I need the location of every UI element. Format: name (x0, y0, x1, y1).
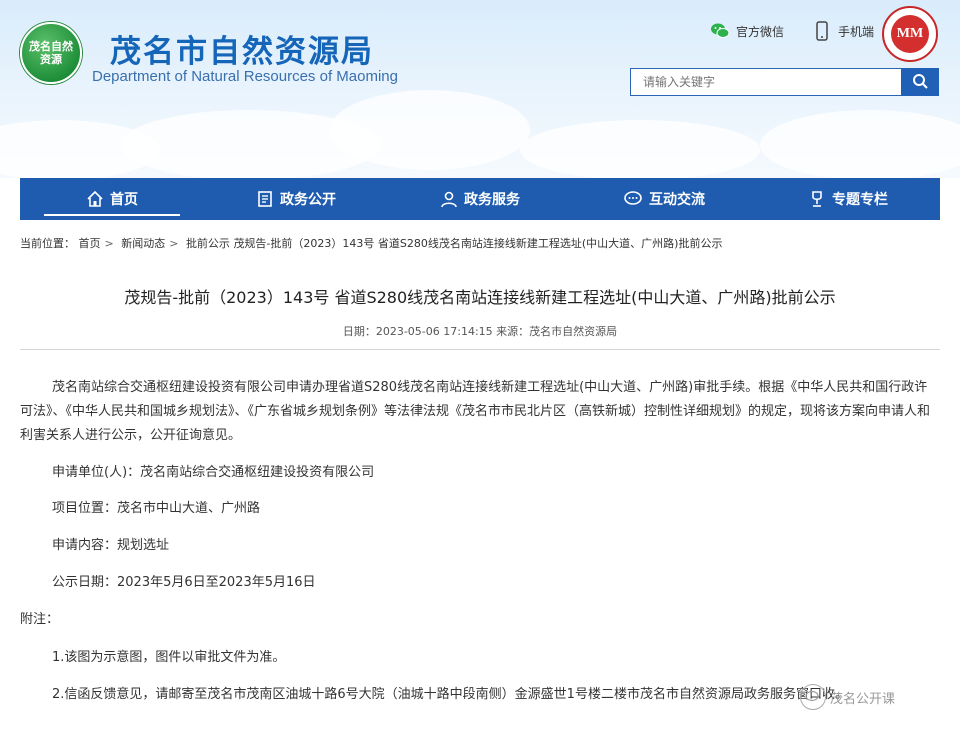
watermark: 茂名公开课 (800, 684, 895, 710)
chat-icon (623, 190, 643, 208)
watermark-text: 茂名公开课 (830, 691, 896, 707)
site-title: 茂名市自然资源局 (110, 34, 374, 70)
wechat-label: 官方微信 (736, 24, 785, 39)
notes-label: 附注： (20, 612, 60, 627)
nav-item-label: 专题专栏 (832, 192, 888, 208)
nav-item-interaction[interactable]: 互动交流 (572, 178, 756, 220)
breadcrumb: 当前位置： 首页 > 新闻动态 > 批前公示 茂规告-批前（2023）143号 省道… (20, 237, 723, 250)
mobile-icon (812, 21, 832, 41)
wechat-icon (710, 21, 730, 41)
trophy-icon (808, 190, 826, 208)
breadcrumb-home[interactable]: 首页 (79, 237, 101, 250)
article-date: 公示日期：2023年5月6日至2023年5月16日 (52, 575, 316, 590)
nav-item-label: 首页 (110, 192, 138, 208)
emblem-badge[interactable]: MM (882, 6, 938, 62)
search-icon (912, 73, 928, 92)
article-intro: 茂名南站综合交通枢纽建设投资有限公司申请办理省道S280线茂名南站连接线新建工程… (20, 380, 931, 443)
nav-item-label: 政务公开 (280, 192, 336, 208)
service-icon (440, 190, 458, 208)
note-1: 1.该图为示意图，图件以审批文件为准。 (52, 650, 286, 665)
site-logo[interactable]: 茂名自然资源 (20, 22, 82, 84)
site-header: 茂名自然资源 茂名市自然资源局 Department of Natural Re… (0, 0, 960, 178)
logo-text: 茂名自然资源 (29, 40, 73, 66)
breadcrumb-notice[interactable]: 批前公示 (186, 237, 230, 250)
divider (20, 349, 940, 350)
article-meta: 日期：2023-05-06 17:14:15 来源：茂名市自然资源局 (342, 325, 618, 338)
search-button[interactable] (901, 68, 939, 96)
document-icon (256, 190, 274, 208)
main-nav: 首页 政务公开 政务服务 互动交流 专题专栏 (20, 178, 940, 220)
nav-item-home[interactable]: 首页 (20, 178, 204, 220)
breadcrumb-prefix: 当前位置： (20, 237, 75, 250)
site-subtitle: Department of Natural Resources of Maomi… (92, 68, 398, 85)
nav-item-label: 互动交流 (649, 192, 705, 208)
official-wechat-link[interactable]: 官方微信 (710, 20, 784, 42)
mobile-label: 手机端 (838, 24, 875, 39)
nav-item-government-affairs[interactable]: 政务公开 (204, 178, 388, 220)
article-location: 项目位置：茂名市中山大道、广州路 (52, 501, 261, 516)
home-icon (86, 190, 104, 208)
article-title: 茂规告-批前（2023）143号 省道S280线茂名南站连接线新建工程选址(中山… (124, 288, 836, 307)
search-input[interactable] (630, 68, 902, 96)
article-content: 申请内容：规划选址 (52, 538, 170, 553)
mobile-link[interactable]: 手机端 (812, 20, 874, 42)
breadcrumb-current: 茂规告-批前（2023）143号 省道S280线茂名南站连接线新建工程选址(中山… (233, 237, 723, 250)
nav-item-label: 政务服务 (464, 192, 520, 208)
badge-text: MM (891, 15, 929, 53)
article-applicant: 申请单位(人)：茂名南站综合交通枢纽建设投资有限公司 (52, 465, 375, 480)
breadcrumb-news[interactable]: 新闻动态 (121, 237, 165, 250)
nav-item-topics[interactable]: 专题专栏 (756, 178, 940, 220)
nav-item-services[interactable]: 政务服务 (388, 178, 572, 220)
watermark-icon (800, 684, 826, 710)
